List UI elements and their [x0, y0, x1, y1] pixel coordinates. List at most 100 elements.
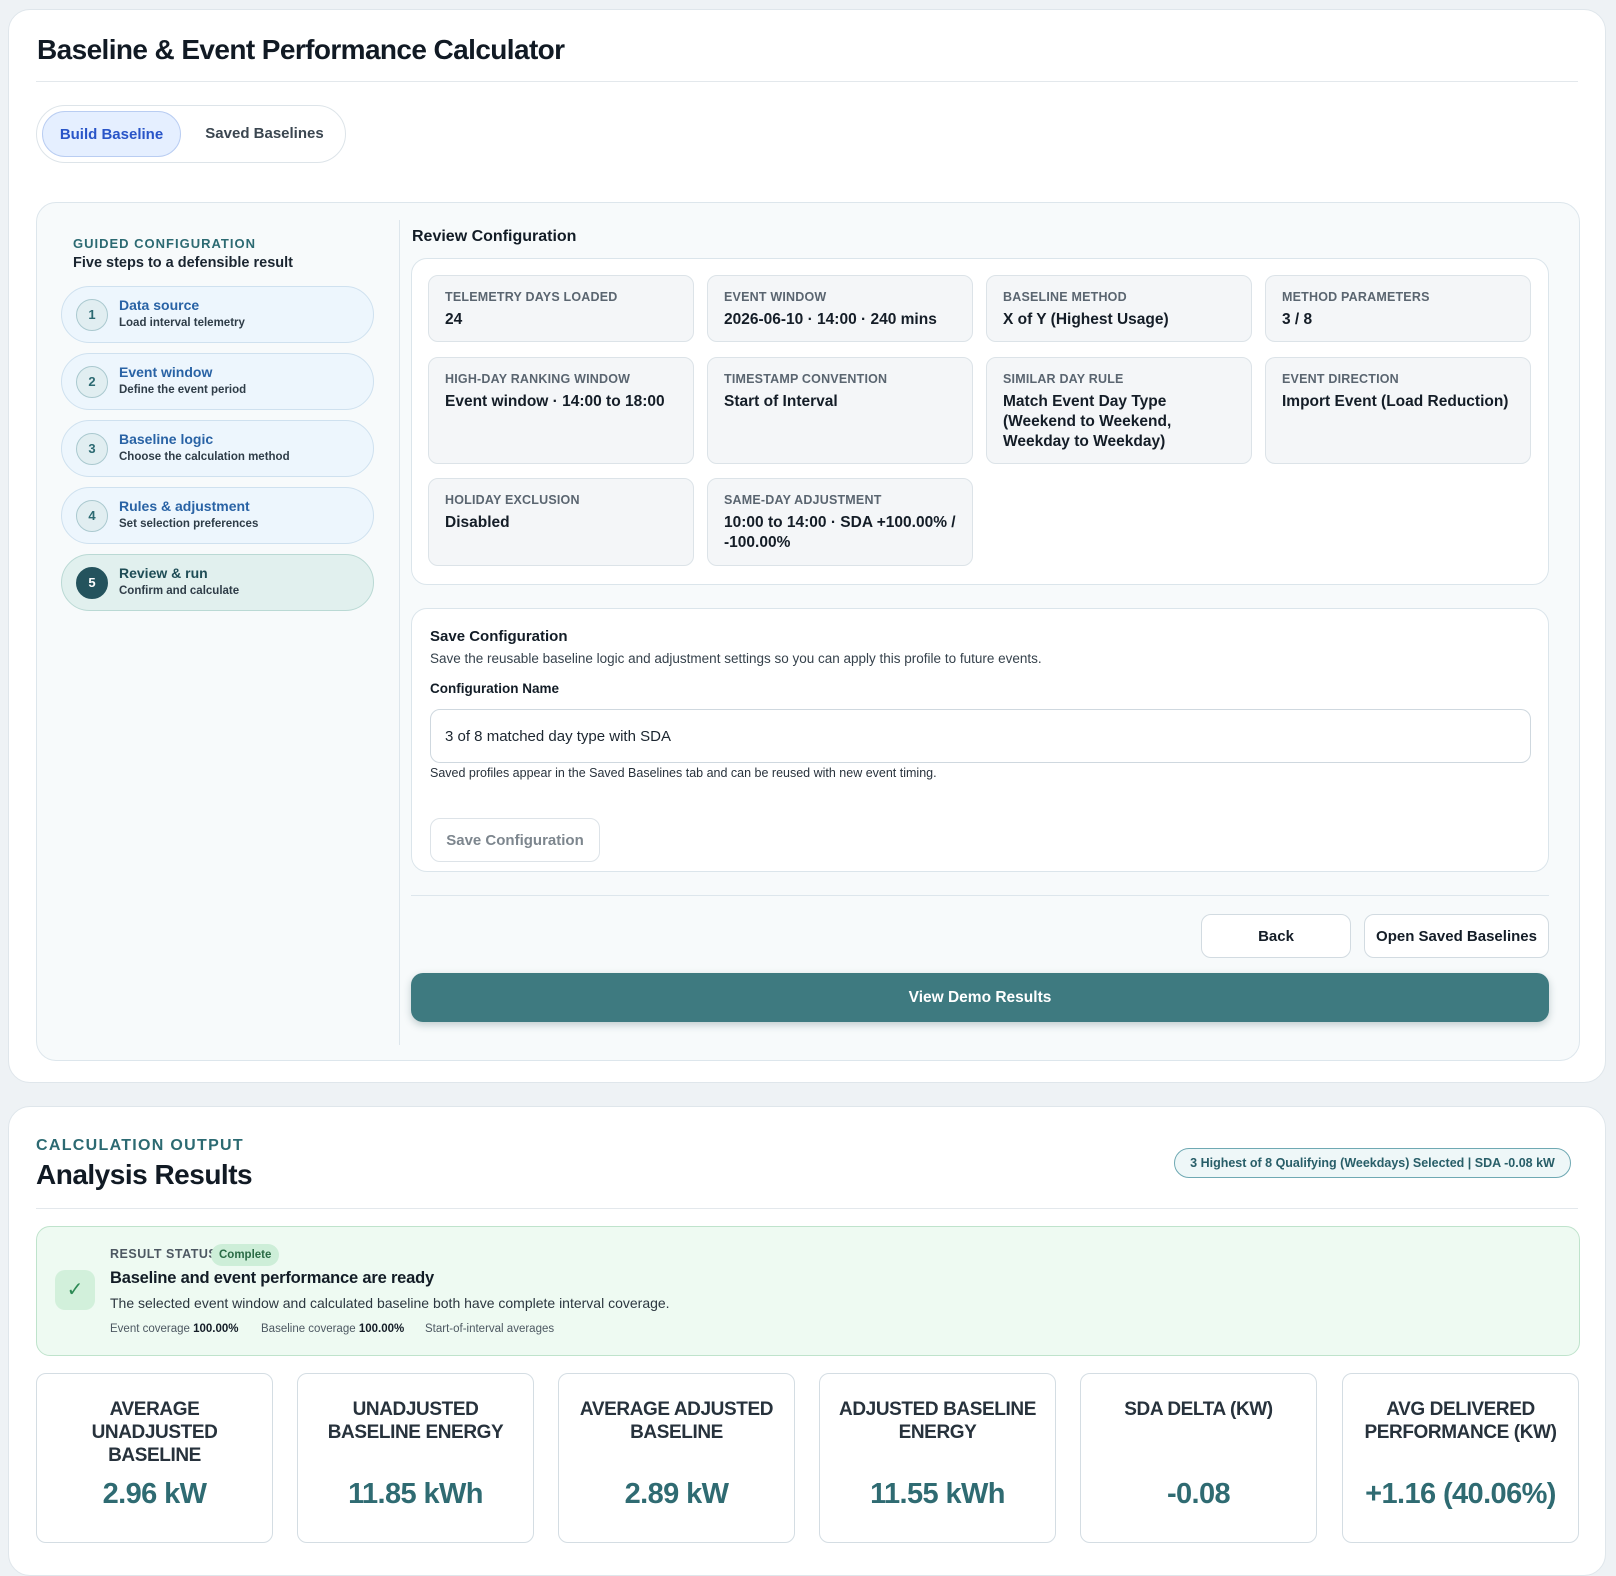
tile-same-day-adjustment: SAME-DAY ADJUSTMENT 10:00 to 14:00 · SDA… [707, 478, 973, 566]
tile-label: HIGH-DAY RANKING WINDOW [445, 372, 631, 386]
configuration-name-input[interactable] [430, 709, 1531, 763]
check-icon: ✓ [55, 1270, 95, 1310]
metric-value: -0.08 [1166, 1478, 1231, 1510]
metric-value: 11.55 kWh [870, 1478, 1005, 1510]
tab-build-baseline[interactable]: Build Baseline [42, 111, 181, 157]
review-title: Review Configuration [412, 228, 577, 245]
selection-summary-badge: 3 Highest of 8 Qualifying (Weekdays) Sel… [1174, 1148, 1571, 1178]
tile-holiday-exclusion: HOLIDAY EXCLUSION Disabled [428, 478, 694, 566]
step-description: Confirm and calculate [119, 585, 240, 597]
tile-high-day-ranking: HIGH-DAY RANKING WINDOW Event window · 1… [428, 357, 694, 464]
metric-label: UNADJUSTED BASELINE ENERGY [327, 1399, 504, 1443]
step-number: 5 [76, 567, 108, 599]
status-description: The selected event window and calculated… [110, 1295, 670, 1311]
tile-value: Match Event Day Type (Weekend to Weekend… [1003, 393, 1172, 450]
tile-method-parameters: METHOD PARAMETERS 3 / 8 [1265, 275, 1531, 342]
tile-timestamp-convention: TIMESTAMP CONVENTION Start of Interval [707, 357, 973, 464]
status-heading: Baseline and event performance are ready [110, 1269, 434, 1287]
results-title: Analysis Results [36, 1159, 253, 1190]
tile-value: X of Y (Highest Usage) [1003, 311, 1169, 328]
tile-label: TIMESTAMP CONVENTION [724, 372, 888, 386]
tile-value: 24 [445, 311, 463, 328]
step-number: 4 [76, 500, 108, 532]
save-title: Save Configuration [430, 628, 568, 645]
step-baseline-logic[interactable]: 3 Baseline logic Choose the calculation … [61, 420, 374, 477]
step-event-window[interactable]: 2 Event window Define the event period [61, 353, 374, 410]
metric-value: 2.89 kW [624, 1478, 729, 1510]
actions-divider [411, 895, 1549, 896]
tile-value: 3 / 8 [1282, 311, 1313, 328]
view-demo-results-button[interactable]: View Demo Results [411, 973, 1549, 1022]
metric-avg-delivered-performance: AVG DELIVERED PERFORMANCE (KW) +1.16 (40… [1342, 1373, 1579, 1543]
tile-label: BASELINE METHOD [1003, 290, 1127, 304]
results-divider [36, 1208, 1578, 1209]
metric-adjusted-baseline-energy: ADJUSTED BASELINE ENERGY 11.55 kWh [819, 1373, 1056, 1543]
calculator-card: Baseline & Event Performance Calculator … [8, 9, 1606, 1083]
tab-saved-baselines[interactable]: Saved Baselines [187, 111, 342, 157]
back-button[interactable]: Back [1201, 914, 1351, 958]
step-number: 1 [76, 299, 108, 331]
tile-value: Disabled [445, 514, 510, 531]
step-title: Baseline logic [119, 431, 214, 447]
tile-label: EVENT WINDOW [724, 290, 827, 304]
result-status-banner: ✓ RESULT STATUS Complete Baseline and ev… [36, 1226, 1580, 1356]
tile-label: SAME-DAY ADJUSTMENT [724, 493, 882, 507]
guided-subtitle: Five steps to a defensible result [73, 255, 293, 271]
step-description: Set selection preferences [119, 518, 259, 530]
open-saved-baselines-button[interactable]: Open Saved Baselines [1364, 914, 1549, 958]
configuration-name-label: Configuration Name [430, 681, 560, 696]
metric-sda-delta: SDA DELTA (KW) -0.08 [1080, 1373, 1317, 1543]
page-title: Baseline & Event Performance Calculator [37, 34, 565, 65]
tile-label: METHOD PARAMETERS [1282, 290, 1430, 304]
metric-label: AVERAGE ADJUSTED BASELINE [579, 1399, 774, 1443]
tile-value: Event window · 14:00 to 18:00 [445, 393, 665, 410]
output-eyebrow: CALCULATION OUTPUT [36, 1137, 244, 1154]
panel-divider [399, 220, 400, 1045]
metric-label: AVERAGE UNADJUSTED BASELINE [91, 1399, 218, 1466]
step-rules-adjustment[interactable]: 4 Rules & adjustment Set selection prefe… [61, 487, 374, 544]
metric-value: 11.85 kWh [348, 1478, 483, 1510]
save-configuration-button[interactable]: Save Configuration [430, 818, 600, 862]
tile-value: 10:00 to 14:00 · SDA +100.00% / -100.00% [724, 514, 956, 551]
step-description: Define the event period [119, 384, 247, 396]
step-title: Data source [119, 297, 200, 313]
save-description: Save the reusable baseline logic and adj… [430, 651, 1042, 666]
tile-value: Start of Interval [724, 393, 838, 410]
step-title: Rules & adjustment [119, 498, 250, 514]
tile-label: TELEMETRY DAYS LOADED [445, 290, 618, 304]
tile-event-direction: EVENT DIRECTION Import Event (Load Reduc… [1265, 357, 1531, 464]
configuration-hint: Saved profiles appear in the Saved Basel… [430, 766, 937, 780]
save-configuration-section: Save Configuration Save the reusable bas… [411, 608, 1549, 872]
step-review-run[interactable]: 5 Review & run Confirm and calculate [61, 554, 374, 611]
metric-value: +1.16 (40.06%) [1365, 1478, 1556, 1510]
step-number: 3 [76, 433, 108, 465]
baseline-coverage: Baseline coverage 100.00% [261, 1323, 404, 1335]
step-title: Review & run [119, 565, 208, 581]
tile-label: SIMILAR DAY RULE [1003, 372, 1124, 386]
status-badge: Complete [211, 1244, 280, 1266]
metric-avg-adjusted-baseline: AVERAGE ADJUSTED BASELINE 2.89 kW [558, 1373, 795, 1543]
title-divider [36, 81, 1578, 82]
tile-event-window: EVENT WINDOW 2026-06-10 · 14:00 · 240 mi… [707, 275, 973, 342]
guided-eyebrow: GUIDED CONFIGURATION [73, 236, 256, 251]
step-description: Choose the calculation method [119, 451, 290, 463]
step-title: Event window [119, 364, 213, 380]
event-coverage-label: Event coverage [110, 1323, 190, 1335]
metric-value: 2.96 kW [102, 1478, 207, 1510]
tile-telemetry-days: TELEMETRY DAYS LOADED 24 [428, 275, 694, 342]
event-coverage: Event coverage 100.00% [110, 1323, 239, 1335]
metric-label: AVG DELIVERED PERFORMANCE (KW) [1364, 1399, 1557, 1443]
tile-label: EVENT DIRECTION [1282, 372, 1399, 386]
metric-label: ADJUSTED BASELINE ENERGY [839, 1399, 1036, 1443]
metric-label: SDA DELTA (KW) [1124, 1399, 1273, 1420]
metric-avg-unadjusted-baseline: AVERAGE UNADJUSTED BASELINE 2.96 kW [36, 1373, 273, 1543]
metric-unadjusted-baseline-energy: UNADJUSTED BASELINE ENERGY 11.85 kWh [297, 1373, 534, 1543]
configuration-panel: GUIDED CONFIGURATION Five steps to a def… [36, 202, 1580, 1061]
step-description: Load interval telemetry [119, 317, 245, 329]
baseline-coverage-value: 100.00% [358, 1323, 405, 1335]
averages-note: Start-of-interval averages [425, 1323, 555, 1335]
step-data-source[interactable]: 1 Data source Load interval telemetry [61, 286, 374, 343]
tile-baseline-method: BASELINE METHOD X of Y (Highest Usage) [986, 275, 1252, 342]
results-card: CALCULATION OUTPUT Analysis Results 3 Hi… [8, 1106, 1606, 1576]
tile-label: HOLIDAY EXCLUSION [445, 493, 580, 507]
